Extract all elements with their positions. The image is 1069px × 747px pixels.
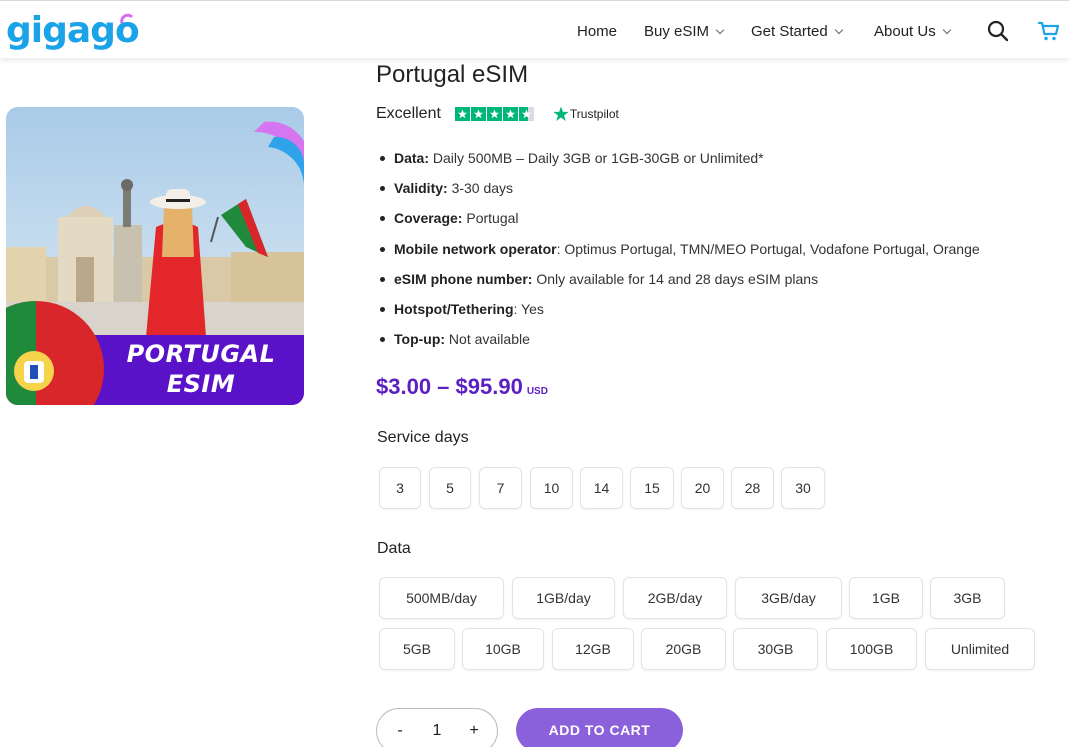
rating-label: Excellent <box>376 105 441 122</box>
price-value: $3.00 – $95.90 <box>376 374 523 399</box>
quantity-stepper: - 1 + <box>376 708 498 747</box>
spec-label: Mobile network operator <box>394 240 557 257</box>
price-range: $3.00 – $95.90 USD <box>376 374 548 400</box>
data-option[interactable]: 20GB <box>641 628 726 670</box>
nav-about-us[interactable]: About Us <box>874 23 951 40</box>
trustpilot-stars <box>454 107 535 121</box>
service-day-option[interactable]: 5 <box>429 467 471 509</box>
data-option[interactable]: 30GB <box>733 628 818 670</box>
nav-home[interactable]: Home <box>577 23 617 40</box>
nav-buy-esim[interactable]: Buy eSIM <box>644 23 725 40</box>
chevron-down-icon <box>715 25 725 34</box>
spec-label: eSIM phone number: <box>394 270 533 287</box>
spec-label: Top-up: <box>394 331 446 348</box>
data-option[interactable]: 1GB/day <box>512 577 615 619</box>
chevron-down-icon <box>834 25 843 34</box>
chevron-down-icon <box>942 25 951 34</box>
spec-value: Portugal <box>462 210 519 227</box>
service-day-option[interactable]: 15 <box>630 467 674 509</box>
spec-item: Top-up: Not available <box>378 329 980 359</box>
data-option[interactable]: 500MB/day <box>379 577 504 619</box>
spec-value: : Yes <box>513 300 544 317</box>
add-to-cart-button[interactable]: ADD TO CART <box>516 708 683 747</box>
spec-item: Hotspot/Tethering: Yes <box>378 299 980 329</box>
site-header: gigago Home Buy eSIM Get Started About U… <box>0 0 1069 58</box>
product-image-caption: PORTUGAL ESIM <box>121 339 281 399</box>
star-icon <box>454 107 470 121</box>
data-option[interactable]: 2GB/day <box>623 577 727 619</box>
spec-item: eSIM phone number: Only available for 14… <box>378 269 980 299</box>
service-day-option[interactable]: 3 <box>379 467 421 509</box>
page-title: Portugal eSIM <box>376 61 529 88</box>
spec-value: 3-30 days <box>447 180 514 197</box>
data-option[interactable]: 12GB <box>552 628 634 670</box>
data-option[interactable]: Unlimited <box>925 628 1035 670</box>
data-option[interactable]: 3GB <box>930 577 1005 619</box>
spec-item: Validity: 3-30 days <box>378 178 980 208</box>
image-caption-line1: PORTUGAL <box>126 340 276 368</box>
spec-label: Validity: <box>394 180 448 197</box>
data-option[interactable]: 10GB <box>462 628 544 670</box>
spec-value: Daily 500MB – Daily 3GB or 1GB-30GB or U… <box>429 150 764 166</box>
spec-value: Only available for 14 and 28 days eSIM p… <box>532 270 819 287</box>
service-day-option[interactable]: 20 <box>681 467 724 509</box>
image-caption-line2: ESIM <box>166 370 236 398</box>
price-currency: USD <box>526 386 548 397</box>
spec-value: : Optimus Portugal, TMN/MEO Portugal, Vo… <box>556 240 980 257</box>
spec-label: Hotspot/Tethering <box>394 300 514 317</box>
spec-item: Coverage: Portugal <box>378 208 980 238</box>
rating-row: Excellent Trustpilot <box>376 105 619 123</box>
star-icon <box>502 107 518 121</box>
increase-button[interactable]: + <box>463 722 485 740</box>
data-option[interactable]: 3GB/day <box>735 577 842 619</box>
service-day-option[interactable]: 10 <box>530 467 573 509</box>
service-day-option[interactable]: 7 <box>479 467 522 509</box>
cart-icon[interactable] <box>1037 19 1061 43</box>
nav-home-label: Home <box>577 23 618 40</box>
spec-list: Data: Daily 500MB – Daily 3GB or 1GB-30G… <box>378 148 980 359</box>
star-icon <box>470 107 486 121</box>
trustpilot-label: Trustpilot <box>569 107 619 121</box>
data-option[interactable]: 5GB <box>379 628 455 670</box>
quantity-value[interactable]: 1 <box>426 722 448 740</box>
trustpilot-logo[interactable]: Trustpilot <box>553 106 619 122</box>
data-option[interactable]: 100GB <box>826 628 917 670</box>
spec-item: Data: Daily 500MB – Daily 3GB or 1GB-30G… <box>378 148 980 178</box>
spec-item: Mobile network operator: Optimus Portuga… <box>378 239 980 269</box>
data-option[interactable]: 1GB <box>849 577 923 619</box>
gigago-logo[interactable]: gigago <box>6 9 140 53</box>
star-half-icon <box>518 107 534 121</box>
spec-label: Coverage: <box>394 210 463 227</box>
nav-get-started[interactable]: Get Started <box>751 23 843 40</box>
nav-about-us-label: About Us <box>874 23 936 40</box>
nav-get-started-label: Get Started <box>751 23 828 40</box>
data-label: Data <box>377 540 411 557</box>
service-days-label: Service days <box>377 429 469 446</box>
star-icon <box>486 107 502 121</box>
service-day-option[interactable]: 28 <box>731 467 774 509</box>
product-image: PORTUGAL ESIM <box>6 107 304 405</box>
trustpilot-star-icon <box>553 106 569 122</box>
service-day-option[interactable]: 14 <box>580 467 623 509</box>
spec-value: Not available <box>445 331 530 348</box>
logo-text: gigago <box>6 10 140 51</box>
service-day-option[interactable]: 30 <box>781 467 825 509</box>
nav-buy-esim-label: Buy eSIM <box>644 23 710 40</box>
decrease-button[interactable]: - <box>389 722 411 740</box>
search-icon[interactable] <box>986 19 1010 43</box>
spec-label: Data: <box>394 150 430 166</box>
logo-swoosh-icon <box>120 13 134 24</box>
